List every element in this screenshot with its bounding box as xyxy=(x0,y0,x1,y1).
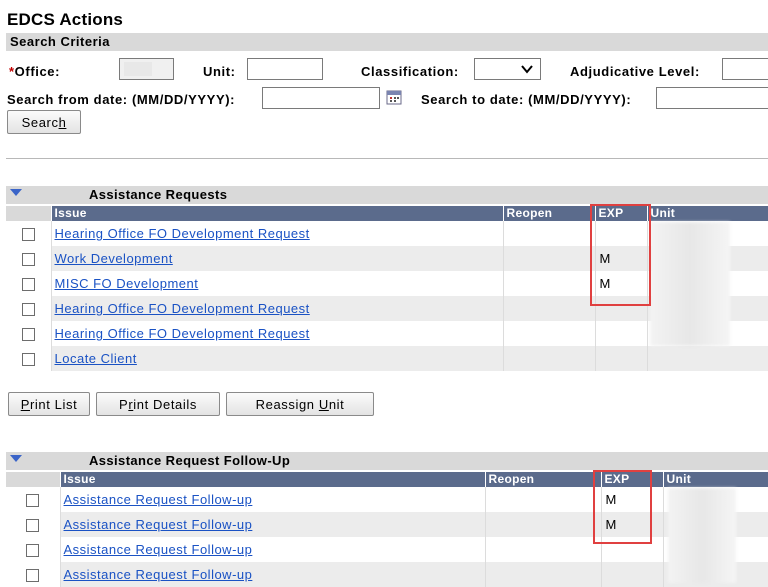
reopen-column-header[interactable]: Reopen xyxy=(485,472,602,487)
office-label: *Office: xyxy=(9,64,61,79)
unit-column-header[interactable]: Unit xyxy=(663,472,768,487)
issue-column-header[interactable]: Issue xyxy=(51,206,504,221)
collapse-triangle-icon[interactable] xyxy=(10,455,22,463)
row-checkbox[interactable] xyxy=(21,253,35,267)
unit-input[interactable] xyxy=(247,58,323,80)
table-row: Assistance Request Follow-up xyxy=(6,562,768,587)
row-checkbox[interactable] xyxy=(21,328,35,342)
reopen-cell xyxy=(485,537,602,562)
reopen-cell xyxy=(503,321,596,346)
divider xyxy=(6,158,768,159)
unit-label: Unit: xyxy=(203,64,236,79)
issue-link[interactable]: Hearing Office FO Development Request xyxy=(55,226,310,241)
issue-link[interactable]: Hearing Office FO Development Request xyxy=(55,301,310,316)
office-value xyxy=(124,62,152,76)
row-checkbox[interactable] xyxy=(21,353,35,367)
reassign-unit-button[interactable]: Reassign Unit xyxy=(226,392,374,416)
print-list-button[interactable]: Print List xyxy=(8,392,90,416)
table-row: Assistance Request Follow-up M xyxy=(6,487,768,512)
redacted-unit-area xyxy=(668,488,736,583)
assistance-requests-title: Assistance Requests xyxy=(89,187,228,202)
table-row: Locate Client xyxy=(6,346,768,371)
redacted-unit-area xyxy=(650,222,730,346)
collapse-triangle-icon[interactable] xyxy=(10,189,22,197)
page-title: EDCS Actions xyxy=(7,10,124,29)
issue-link[interactable]: Assistance Request Follow-up xyxy=(64,517,253,532)
issue-column-header[interactable]: Issue xyxy=(60,472,486,487)
issue-link[interactable]: Locate Client xyxy=(55,351,137,366)
issue-link[interactable]: Assistance Request Follow-up xyxy=(64,542,253,557)
table-row: Assistance Request Follow-up xyxy=(6,537,768,562)
reopen-cell xyxy=(503,221,596,246)
followup-header: Assistance Request Follow-Up xyxy=(6,452,768,470)
exp-highlight-box xyxy=(590,204,651,306)
reopen-cell xyxy=(485,512,602,537)
to-date-input[interactable] xyxy=(656,87,768,109)
row-checkbox[interactable] xyxy=(26,569,40,583)
reopen-cell xyxy=(503,296,596,321)
followup-title: Assistance Request Follow-Up xyxy=(89,453,291,468)
reopen-cell xyxy=(503,246,596,271)
row-checkbox[interactable] xyxy=(26,494,40,508)
classification-select[interactable] xyxy=(474,58,541,80)
row-checkbox[interactable] xyxy=(21,228,35,242)
unit-cell xyxy=(647,346,768,371)
search-criteria-header: Search Criteria xyxy=(6,33,768,51)
table-row: Assistance Request Follow-up M xyxy=(6,512,768,537)
issue-link[interactable]: Hearing Office FO Development Request xyxy=(55,326,310,341)
office-input[interactable] xyxy=(119,58,174,80)
reopen-cell xyxy=(503,271,596,296)
row-checkbox[interactable] xyxy=(26,544,40,558)
reopen-column-header[interactable]: Reopen xyxy=(503,206,596,221)
issue-link[interactable]: Assistance Request Follow-up xyxy=(64,492,253,507)
row-checkbox[interactable] xyxy=(26,519,40,533)
reopen-cell xyxy=(485,562,602,587)
issue-link[interactable]: Work Development xyxy=(55,251,173,266)
print-details-button[interactable]: Print Details xyxy=(96,392,220,416)
from-date-input[interactable] xyxy=(262,87,380,109)
table-header-row: Issue Reopen EXP Unit xyxy=(6,206,768,221)
classification-label: Classification: xyxy=(361,64,459,79)
from-date-label: Search from date: (MM/DD/YYYY): xyxy=(7,92,236,107)
search-button[interactable]: Search xyxy=(7,110,81,134)
exp-cell xyxy=(601,562,664,587)
issue-link[interactable]: MISC FO Development xyxy=(55,276,199,291)
exp-cell xyxy=(595,346,648,371)
chevron-down-icon xyxy=(521,65,533,74)
row-checkbox[interactable] xyxy=(21,303,35,317)
row-checkbox[interactable] xyxy=(21,278,35,292)
issue-link[interactable]: Assistance Request Follow-up xyxy=(64,567,253,582)
adjudicative-level-label: Adjudicative Level: xyxy=(570,64,700,79)
checkbox-column-header xyxy=(6,472,61,487)
adjudicative-level-input[interactable] xyxy=(722,58,768,80)
reopen-cell xyxy=(503,346,596,371)
to-date-label: Search to date: (MM/DD/YYYY): xyxy=(421,92,632,107)
unit-column-header[interactable]: Unit xyxy=(647,206,768,221)
calendar-icon[interactable] xyxy=(386,89,402,105)
assistance-requests-header: Assistance Requests xyxy=(6,186,768,204)
followup-table: Issue Reopen EXP Unit Assistance Request… xyxy=(6,472,768,587)
exp-cell xyxy=(595,321,648,346)
reopen-cell xyxy=(485,487,602,512)
exp-highlight-box xyxy=(593,470,652,544)
table-header-row: Issue Reopen EXP Unit xyxy=(6,472,768,487)
checkbox-column-header xyxy=(6,206,52,221)
